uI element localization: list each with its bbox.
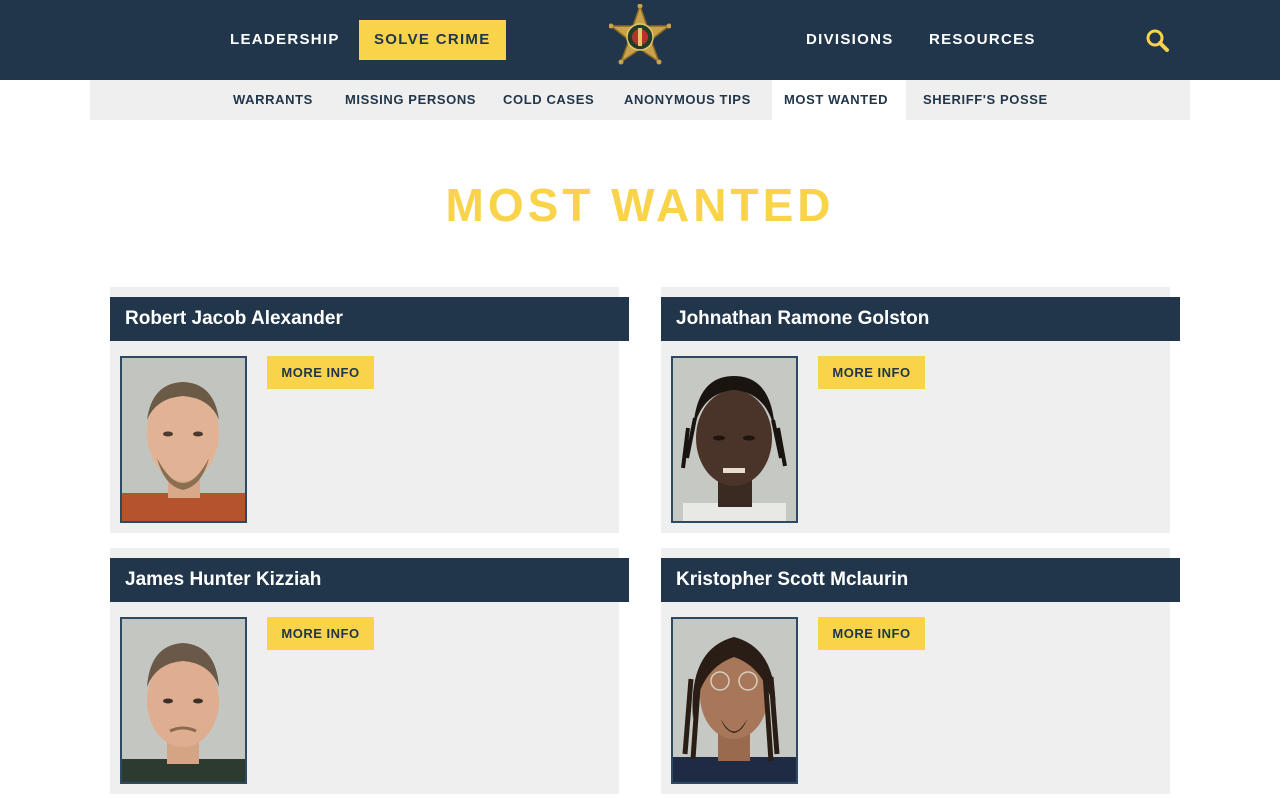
- nav-leadership[interactable]: LEADERSHIP: [230, 0, 340, 80]
- wanted-card: Kristopher Scott Mclaurin MORE INFO: [661, 548, 1180, 794]
- more-info-button[interactable]: MORE INFO: [818, 617, 925, 650]
- page-title: MOST WANTED: [445, 179, 835, 231]
- mugshot-photo[interactable]: [671, 617, 798, 784]
- more-info-button[interactable]: MORE INFO: [267, 617, 374, 650]
- wanted-name[interactable]: James Hunter Kizziah: [110, 558, 629, 602]
- sub-nav-anonymous-tips[interactable]: ANONYMOUS TIPS: [624, 80, 751, 120]
- sheriff-star-badge-icon[interactable]: [609, 4, 671, 76]
- wanted-card: Robert Jacob Alexander MORE INFO: [110, 287, 629, 533]
- wanted-card: James Hunter Kizziah MORE INFO: [110, 548, 629, 794]
- nav-solve-crime[interactable]: SOLVE CRIME: [359, 20, 506, 60]
- top-navigation-bar: LEADERSHIP SOLVE CRIME DIVISIONS RESOURC…: [0, 0, 1280, 80]
- search-icon[interactable]: [1145, 28, 1171, 54]
- mugshot-photo[interactable]: [671, 356, 798, 523]
- nav-resources[interactable]: RESOURCES: [929, 0, 1036, 80]
- sub-nav-cold-cases[interactable]: COLD CASES: [503, 80, 594, 120]
- nav-divisions[interactable]: DIVISIONS: [806, 0, 894, 80]
- more-info-button[interactable]: MORE INFO: [267, 356, 374, 389]
- sub-nav-most-wanted[interactable]: MOST WANTED: [784, 80, 888, 120]
- sub-nav-missing-persons[interactable]: MISSING PERSONS: [345, 80, 476, 120]
- mugshot-photo[interactable]: [120, 617, 247, 784]
- wanted-name[interactable]: Kristopher Scott Mclaurin: [661, 558, 1180, 602]
- mugshot-photo[interactable]: [120, 356, 247, 523]
- sub-nav-warrants[interactable]: WARRANTS: [233, 80, 313, 120]
- sub-nav-sheriffs-posse[interactable]: SHERIFF'S POSSE: [923, 80, 1048, 120]
- wanted-name[interactable]: Johnathan Ramone Golston: [661, 297, 1180, 341]
- wanted-card: Johnathan Ramone Golston MORE INFO: [661, 287, 1180, 533]
- wanted-name[interactable]: Robert Jacob Alexander: [110, 297, 629, 341]
- sub-navigation: WARRANTS MISSING PERSONS COLD CASES ANON…: [90, 80, 1190, 120]
- more-info-button[interactable]: MORE INFO: [818, 356, 925, 389]
